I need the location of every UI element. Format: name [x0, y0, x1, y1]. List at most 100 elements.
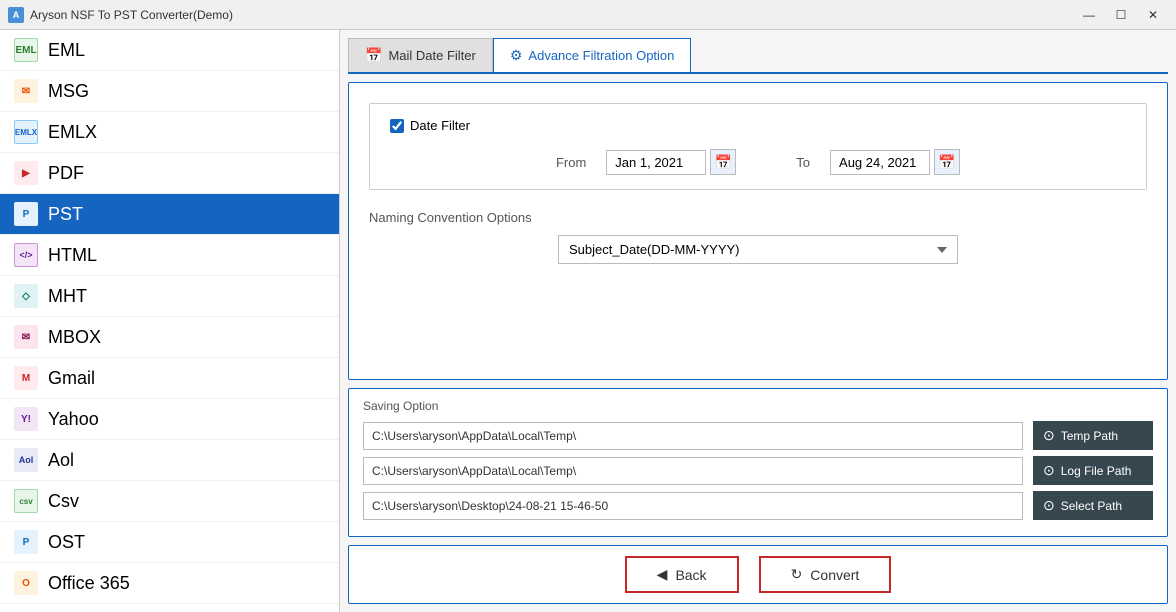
tab-mail-date-filter[interactable]: 📅 Mail Date Filter — [348, 38, 493, 72]
to-date-input[interactable] — [830, 150, 930, 175]
office365-icon: O — [14, 571, 38, 595]
convert-button[interactable]: ↻ Convert — [759, 556, 892, 593]
sidebar-item-yahoo[interactable]: Y! Yahoo — [0, 399, 339, 440]
close-button[interactable]: ✕ — [1138, 5, 1168, 25]
sidebar-item-html[interactable]: </> HTML — [0, 235, 339, 276]
sidebar-item-gmail[interactable]: M Gmail — [0, 358, 339, 399]
ost-icon: P — [14, 530, 38, 554]
date-filter-header: Date Filter — [390, 118, 1126, 133]
to-date-picker-button[interactable]: 📅 — [934, 149, 960, 175]
right-panel: 📅 Mail Date Filter ⚙ Advance Filtration … — [340, 30, 1176, 612]
sidebar-item-msg[interactable]: ✉ MSG — [0, 71, 339, 112]
gmail-icon: M — [14, 366, 38, 390]
sidebar-item-emlx[interactable]: EMLX EMLX — [0, 112, 339, 153]
temp-path-label: Temp Path — [1061, 429, 1118, 443]
to-date-group: 📅 — [830, 149, 960, 175]
yahoo-label: Yahoo — [48, 409, 99, 430]
convert-icon: ↻ — [791, 566, 803, 583]
eml-icon: EML — [14, 38, 38, 62]
sidebar-item-ost[interactable]: P OST — [0, 522, 339, 563]
html-label: HTML — [48, 245, 97, 266]
select-path-label: Select Path — [1061, 499, 1122, 513]
select-path-icon: ⊙ — [1043, 497, 1055, 514]
sidebar-item-aol[interactable]: Aol Aol — [0, 440, 339, 481]
log-file-path-label: Log File Path — [1061, 464, 1132, 478]
eml-label: EML — [48, 40, 85, 61]
log-file-path-row: ⊙ Log File Path — [363, 456, 1153, 485]
temp-path-row: ⊙ Temp Path — [363, 421, 1153, 450]
sidebar-item-csv[interactable]: csv Csv — [0, 481, 339, 522]
tab-mail-date-filter-label: Mail Date Filter — [388, 48, 475, 63]
app-title: Aryson NSF To PST Converter(Demo) — [30, 8, 233, 22]
from-date-picker-button[interactable]: 📅 — [710, 149, 736, 175]
mht-icon: ◇ — [14, 284, 38, 308]
from-label: From — [556, 155, 586, 170]
aol-label: Aol — [48, 450, 74, 471]
log-file-path-button[interactable]: ⊙ Log File Path — [1033, 456, 1153, 485]
office365-label: Office 365 — [48, 573, 130, 594]
convert-label: Convert — [810, 567, 859, 583]
maximize-button[interactable]: ☐ — [1106, 5, 1136, 25]
msg-icon: ✉ — [14, 79, 38, 103]
back-label: Back — [675, 567, 706, 583]
msg-label: MSG — [48, 81, 89, 102]
sidebar-item-eml[interactable]: EML EML — [0, 30, 339, 71]
pdf-icon: ▶ — [14, 161, 38, 185]
select-path-button[interactable]: ⊙ Select Path — [1033, 491, 1153, 520]
mht-label: MHT — [48, 286, 87, 307]
gmail-label: Gmail — [48, 368, 95, 389]
sidebar-item-mbox[interactable]: ✉ MBOX — [0, 317, 339, 358]
sidebar-item-mht[interactable]: ◇ MHT — [0, 276, 339, 317]
content-area: Date Filter From 📅 To 📅 Nam — [348, 82, 1168, 380]
naming-convention-select[interactable]: Subject_Date(DD-MM-YYYY)Date_Subject(DD-… — [558, 235, 958, 264]
tabs: 📅 Mail Date Filter ⚙ Advance Filtration … — [348, 38, 1168, 74]
from-date-group: 📅 — [606, 149, 736, 175]
main-container: EMLEML✉MSGEMLXEMLX▶PDFPPST</>HTML◇MHT✉MB… — [0, 30, 1176, 612]
pst-icon: P — [14, 202, 38, 226]
app-icon: A — [8, 7, 24, 23]
back-icon: ◀ — [657, 566, 668, 583]
titlebar-left: A Aryson NSF To PST Converter(Demo) — [8, 7, 233, 23]
tab-advance-filtration-label: Advance Filtration Option — [528, 48, 674, 63]
ost-label: OST — [48, 532, 85, 553]
emlx-icon: EMLX — [14, 120, 38, 144]
log-file-path-input[interactable] — [363, 457, 1023, 485]
mail-date-filter-icon: 📅 — [365, 47, 382, 64]
yahoo-icon: Y! — [14, 407, 38, 431]
naming-convention-section: Naming Convention Options Subject_Date(D… — [369, 210, 1147, 274]
sidebar-item-pdf[interactable]: ▶PDF — [0, 153, 339, 194]
temp-path-button[interactable]: ⊙ Temp Path — [1033, 421, 1153, 450]
to-label: To — [796, 155, 810, 170]
csv-label: Csv — [48, 491, 79, 512]
mbox-label: MBOX — [48, 327, 101, 348]
html-icon: </> — [14, 243, 38, 267]
pst-label: PST — [48, 204, 83, 225]
advance-filtration-icon: ⚙ — [510, 47, 523, 64]
date-filter-row: From 📅 To 📅 — [390, 149, 1126, 175]
back-button[interactable]: ◀ Back — [625, 556, 739, 593]
sidebar-item-pst[interactable]: P PST — [0, 194, 339, 235]
sidebar-item-office365[interactable]: O Office 365 — [0, 563, 339, 604]
date-filter-checkbox[interactable] — [390, 119, 404, 133]
temp-path-input[interactable] — [363, 422, 1023, 450]
mbox-icon: ✉ — [14, 325, 38, 349]
saving-section: Saving Option ⊙ Temp Path ⊙ Log File Pat… — [348, 388, 1168, 537]
temp-path-icon: ⊙ — [1043, 427, 1055, 444]
date-filter-label: Date Filter — [410, 118, 470, 133]
select-path-input[interactable] — [363, 492, 1023, 520]
sidebar-item-hotmail[interactable]: ⊠HotMail — [0, 604, 339, 612]
naming-select-wrap: Subject_Date(DD-MM-YYYY)Date_Subject(DD-… — [369, 235, 1147, 264]
minimize-button[interactable]: — — [1074, 5, 1104, 25]
emlx-label: EMLX — [48, 122, 97, 143]
date-filter-section: Date Filter From 📅 To 📅 — [369, 103, 1147, 190]
from-date-input[interactable] — [606, 150, 706, 175]
saving-option-label: Saving Option — [363, 399, 1153, 413]
aol-icon: Aol — [14, 448, 38, 472]
csv-icon: csv — [14, 489, 38, 513]
select-path-row: ⊙ Select Path — [363, 491, 1153, 520]
titlebar: A Aryson NSF To PST Converter(Demo) — ☐ … — [0, 0, 1176, 30]
titlebar-controls: — ☐ ✕ — [1074, 5, 1168, 25]
tab-advance-filtration[interactable]: ⚙ Advance Filtration Option — [493, 38, 692, 72]
bottom-bar: ◀ Back ↻ Convert — [348, 545, 1168, 604]
sidebar: EML EML ✉ MSG EMLX EMLX ▶PDF P PST </> HTML ◇ MHT ✉ MB… — [0, 30, 340, 612]
